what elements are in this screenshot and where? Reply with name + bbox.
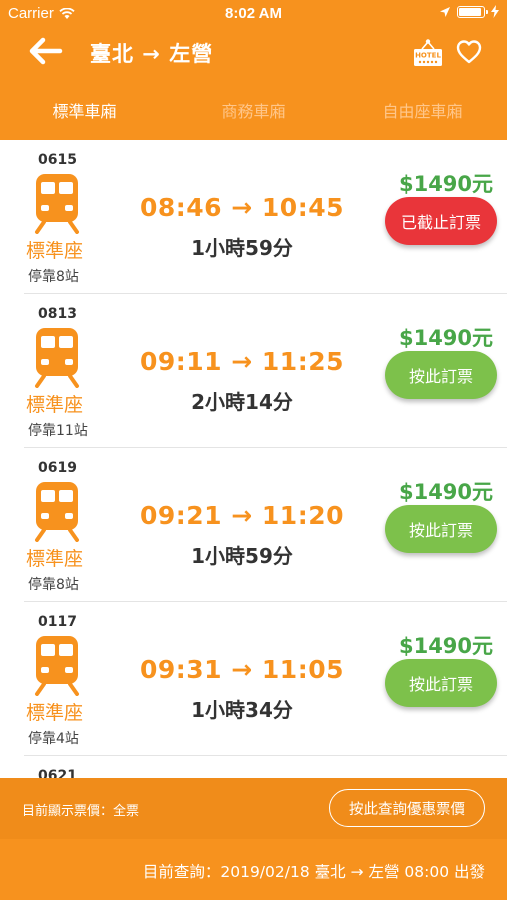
train-number: 0813	[38, 306, 77, 322]
book-ticket-button[interactable]: 按此訂票	[385, 351, 497, 399]
location-arrow-icon	[440, 6, 450, 17]
travel-duration: 1小時59分	[191, 544, 293, 568]
departure-arrival-times: 09:11 → 11:25	[139, 347, 344, 376]
seat-class: 標準座	[26, 702, 84, 724]
status-time: 8:02 AM	[225, 5, 282, 22]
seat-class: 標準座	[26, 394, 84, 416]
car-class-tabs: 標準車廂 商務車廂 自由座車廂	[0, 98, 507, 126]
stop-count: 停靠11站	[28, 423, 88, 439]
charging-icon	[491, 5, 499, 18]
query-bar: 目前查詢：2019/02/18 臺北 → 左營 08:00 出發	[0, 839, 507, 900]
train-icon	[35, 174, 79, 234]
svg-text:HOTEL: HOTEL	[415, 52, 441, 60]
tab-non-reserved[interactable]: 自由座車廂	[338, 98, 507, 126]
current-price-type: 目前顯示票價：全票	[22, 804, 140, 819]
discount-price-button[interactable]: 按此查詢優惠票價	[329, 789, 485, 827]
current-query-text: 目前查詢：2019/02/18 臺北 → 左營 08:00 出發	[142, 863, 485, 881]
train-icon	[35, 482, 79, 542]
status-bar: Carrier 8:02 AM	[0, 0, 507, 28]
departure-arrival-times: 09:31 → 11:05	[139, 655, 344, 684]
price-type-bar: 目前顯示票價：全票 按此查詢優惠票價	[0, 778, 507, 839]
travel-duration: 1小時59分	[191, 236, 293, 260]
train-row[interactable]: 0621	[24, 756, 507, 778]
train-row[interactable]: 0615 標準座 停靠8站 08:46 → 10:45 1小時59分 $1490…	[24, 140, 507, 294]
train-number: 0621	[38, 768, 77, 778]
hotel-icon[interactable]: HOTEL	[413, 38, 443, 68]
seat-class: 標準座	[26, 240, 84, 262]
favorite-heart-icon[interactable]	[456, 40, 482, 64]
ticket-price: $1490元	[398, 634, 494, 658]
stop-count: 停靠4站	[28, 731, 79, 747]
ticket-price: $1490元	[398, 480, 494, 504]
train-row[interactable]: 0117 標準座 停靠4站 09:31 → 11:05 1小時34分 $1490…	[24, 602, 507, 756]
tab-standard[interactable]: 標準車廂	[0, 98, 169, 126]
seat-class: 標準座	[26, 548, 84, 570]
stop-count: 停靠8站	[28, 269, 79, 285]
booking-closed-button[interactable]: 已截止訂票	[385, 197, 497, 245]
train-list[interactable]: 0615 標準座 停靠8站 08:46 → 10:45 1小時59分 $1490…	[0, 140, 507, 778]
stop-count: 停靠8站	[28, 577, 79, 593]
departure-arrival-times: 08:46 → 10:45	[139, 193, 344, 222]
nav-header: 臺北 → 左營 HOTEL 標準車廂 商務車廂 自由座車廂	[0, 28, 507, 140]
train-number: 0619	[38, 460, 77, 476]
nav-row: 臺北 → 左營 HOTEL	[0, 28, 507, 78]
battery-icon	[457, 5, 488, 18]
ticket-price: $1490元	[398, 326, 494, 350]
train-icon	[35, 328, 79, 388]
back-arrow-icon[interactable]	[28, 36, 64, 66]
ticket-price: $1490元	[398, 172, 494, 196]
route-title: 臺北 → 左營	[90, 42, 214, 66]
status-right	[439, 5, 499, 18]
train-number: 0615	[38, 152, 77, 168]
train-number: 0117	[38, 614, 77, 630]
book-ticket-button[interactable]: 按此訂票	[385, 505, 497, 553]
departure-arrival-times: 09:21 → 11:20	[139, 501, 344, 530]
travel-duration: 2小時14分	[191, 390, 293, 414]
train-row[interactable]: 0619 標準座 停靠8站 09:21 → 11:20 1小時59分 $1490…	[24, 448, 507, 602]
travel-duration: 1小時34分	[191, 698, 293, 722]
tab-business[interactable]: 商務車廂	[169, 98, 338, 126]
book-ticket-button[interactable]: 按此訂票	[385, 659, 497, 707]
train-row[interactable]: 0813 標準座 停靠11站 09:11 → 11:25 2小時14分 $149…	[24, 294, 507, 448]
train-icon	[35, 636, 79, 696]
